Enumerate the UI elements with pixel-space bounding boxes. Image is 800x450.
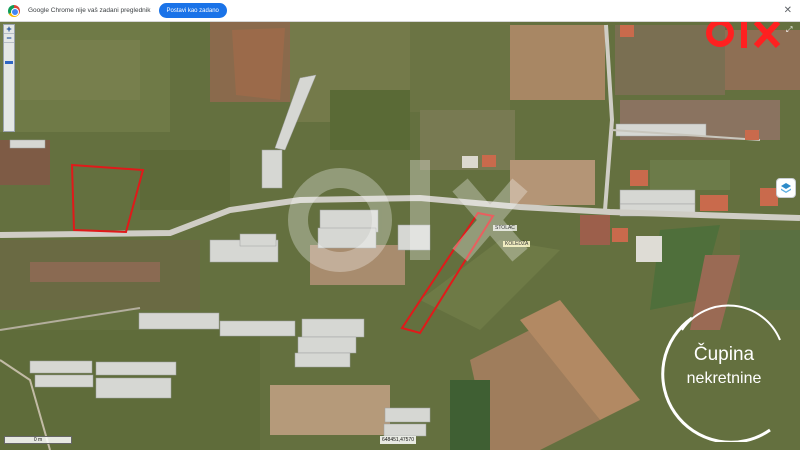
set-default-button[interactable]: Postavi kao zadano [158, 3, 227, 18]
house [620, 25, 634, 37]
house [630, 170, 648, 186]
house [482, 155, 496, 167]
layers-icon [781, 183, 791, 193]
house [462, 156, 478, 168]
close-icon[interactable]: ✕ [784, 5, 792, 16]
field [410, 22, 510, 112]
greenhouse [34, 374, 94, 388]
field [450, 380, 490, 450]
layer-switcher-button[interactable] [776, 178, 796, 198]
greenhouse [239, 233, 277, 247]
map-label-koledza: KOLEDŽA [503, 241, 531, 247]
greenhouse [261, 149, 283, 189]
zoom-control[interactable]: + − [3, 24, 15, 132]
map-screenshot: STOLAC KOLEDŽA Google Chrome nije vaš za… [0, 0, 800, 450]
greenhouse [297, 336, 357, 354]
house [700, 195, 728, 211]
field [650, 160, 730, 190]
greenhouse [383, 423, 427, 437]
zoom-slider-thumb[interactable] [5, 61, 13, 64]
greenhouse [138, 312, 220, 330]
field [140, 150, 230, 210]
greenhouse [9, 139, 46, 149]
field [580, 215, 610, 245]
coordinates-readout: 648451,47570 [380, 436, 416, 444]
field [740, 230, 800, 310]
greenhouse [301, 318, 365, 338]
greenhouse [95, 377, 172, 399]
agency-name-line2: nekretnine [686, 370, 762, 387]
field [232, 28, 285, 100]
field [330, 90, 410, 150]
field [20, 40, 140, 100]
house [612, 228, 628, 242]
greenhouse [95, 361, 177, 376]
house [636, 236, 662, 262]
field [30, 262, 160, 282]
map-label-stolac: STOLAC [493, 225, 517, 231]
greenhouse [219, 320, 296, 337]
field [270, 385, 390, 435]
chrome-default-browser-infobar: Google Chrome nije vaš zadani preglednik… [0, 0, 800, 22]
agency-seal: Čupina nekretnine [652, 300, 796, 442]
greenhouse [294, 352, 351, 368]
field [510, 25, 605, 100]
expand-icon[interactable]: ⤢ [786, 25, 792, 35]
greenhouse [619, 189, 696, 205]
house [745, 130, 759, 140]
agency-name-line1: Čupina [693, 344, 755, 365]
greenhouse [29, 360, 93, 374]
scale-bar: 0 m [4, 436, 72, 444]
greenhouse [384, 407, 431, 423]
chrome-icon [8, 4, 20, 17]
zoom-out-button[interactable]: − [4, 34, 14, 43]
field [510, 160, 595, 205]
infobar-message: Google Chrome nije vaš zadani preglednik [28, 7, 151, 14]
